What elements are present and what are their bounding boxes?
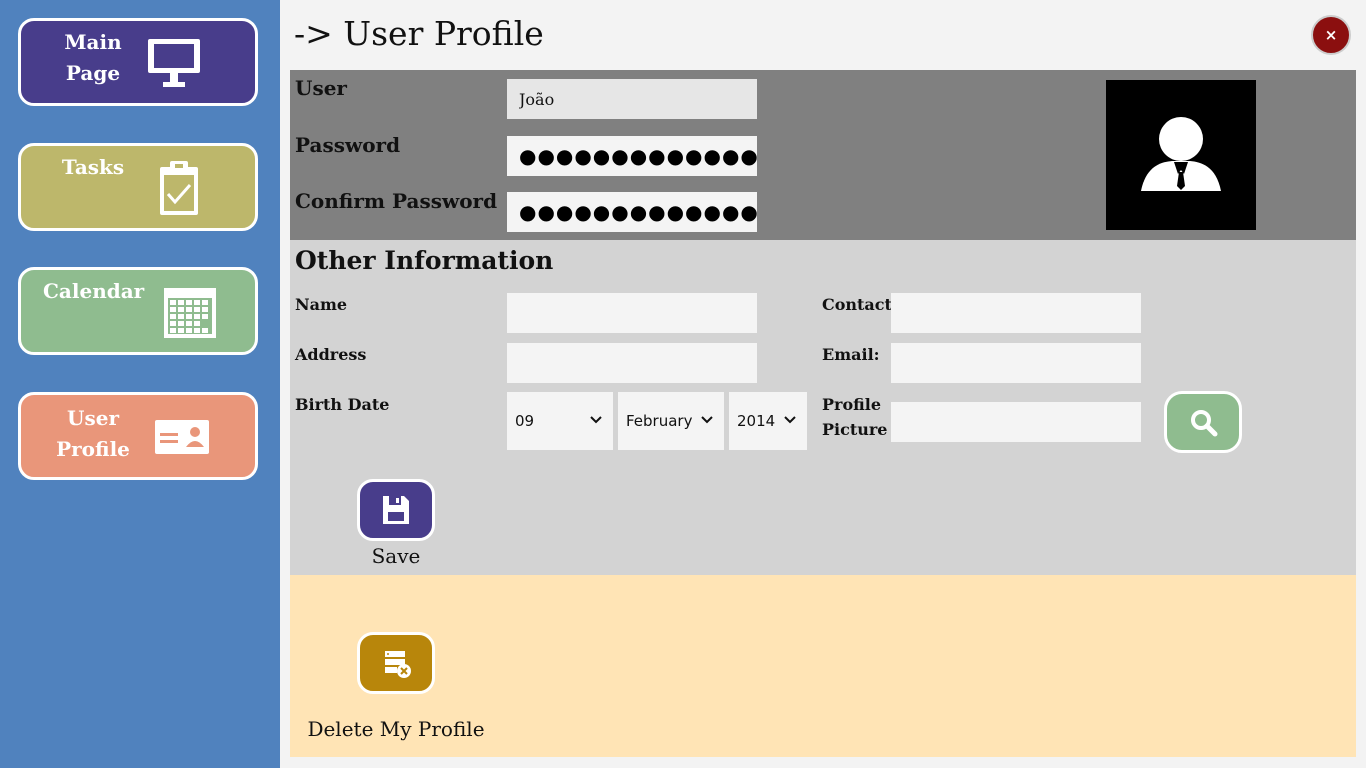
- birth-month-value: February: [626, 412, 693, 430]
- floppy-disk-icon: [383, 496, 409, 524]
- birth-year-value: 2014: [737, 412, 776, 430]
- chevron-down-icon: [784, 416, 796, 424]
- contact-field[interactable]: [891, 293, 1141, 333]
- page-title: -> User Profile: [294, 14, 544, 53]
- account-section: User Password ●●●●●●●●●●●●●●●●●●● Confir…: [290, 70, 1356, 240]
- email-label: Email:: [822, 345, 880, 364]
- address-field[interactable]: [507, 343, 757, 383]
- nav-main-page-label-line1: Main: [64, 30, 122, 54]
- birth-month-select[interactable]: February: [618, 392, 724, 450]
- user-label: User: [295, 76, 347, 100]
- nav-tasks-button[interactable]: Tasks: [18, 143, 258, 231]
- save-label: Save: [371, 544, 421, 568]
- search-icon: [1191, 410, 1218, 437]
- other-information-section: Other Information Name Address Birth Dat…: [290, 240, 1356, 575]
- delete-profile-label: Delete My Profile: [307, 717, 485, 741]
- contact-label: Contact: [822, 295, 892, 314]
- password-field[interactable]: ●●●●●●●●●●●●●●●●●●●: [507, 136, 757, 176]
- profile-picture: [1106, 80, 1256, 230]
- main-content: -> User Profile × User Password ●●●●●●●●…: [280, 0, 1366, 768]
- nav-main-page-button[interactable]: Main Page: [18, 18, 258, 106]
- birth-day-select[interactable]: 09: [507, 392, 613, 450]
- confirm-password-field[interactable]: ●●●●●●●●●●●●●●●●●●●: [507, 192, 757, 232]
- nav-user-profile-label: User Profile: [43, 403, 143, 465]
- delete-section: Delete My Profile: [290, 575, 1356, 757]
- clipboard-check-icon: [160, 161, 198, 215]
- chevron-down-icon: [701, 416, 713, 424]
- nav-calendar-button[interactable]: Calendar: [18, 267, 258, 355]
- name-label: Name: [295, 295, 348, 314]
- email-field[interactable]: [891, 343, 1141, 383]
- profile-picture-field[interactable]: [891, 402, 1141, 442]
- nav-user-profile-label-line2: Profile: [56, 437, 130, 461]
- calendar-icon: [164, 288, 216, 338]
- save-button[interactable]: [357, 479, 435, 541]
- birth-date-label: Birth Date: [295, 395, 390, 414]
- id-card-icon: [155, 420, 209, 454]
- browse-picture-button[interactable]: [1164, 391, 1242, 453]
- delete-database-icon: [385, 651, 411, 678]
- nav-main-page-label-line2: Page: [65, 61, 121, 85]
- close-icon: ×: [1324, 26, 1338, 44]
- sidebar: Main Page Tasks Calendar User Profile: [0, 0, 280, 768]
- profile-picture-label-line2: Picture: [822, 420, 888, 439]
- user-field[interactable]: [507, 79, 757, 119]
- address-label: Address: [295, 345, 367, 364]
- birth-day-value: 09: [515, 412, 535, 430]
- profile-picture-label: Profile Picture: [822, 392, 887, 442]
- nav-user-profile-button[interactable]: User Profile: [18, 392, 258, 480]
- monitor-icon: [148, 39, 200, 87]
- chevron-down-icon: [590, 416, 602, 424]
- nav-main-page-label: Main Page: [43, 27, 143, 89]
- password-label: Password: [295, 133, 401, 157]
- nav-calendar-label: Calendar: [43, 279, 145, 303]
- user-avatar-icon: [1141, 117, 1221, 191]
- name-field[interactable]: [507, 293, 757, 333]
- birth-year-select[interactable]: 2014: [729, 392, 807, 450]
- confirm-password-label: Confirm Password: [295, 189, 498, 213]
- close-button[interactable]: ×: [1311, 15, 1351, 55]
- delete-profile-button[interactable]: [357, 632, 435, 694]
- other-information-title: Other Information: [295, 246, 554, 275]
- profile-picture-label-line1: Profile: [822, 395, 882, 414]
- nav-tasks-label: Tasks: [61, 155, 125, 179]
- nav-user-profile-label-line1: User: [67, 406, 119, 430]
